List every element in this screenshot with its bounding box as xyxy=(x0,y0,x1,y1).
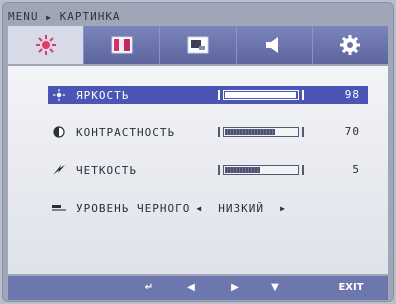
tab-settings[interactable] xyxy=(312,26,389,64)
brightness-label: ЯРКОСТЬ xyxy=(76,88,130,102)
breadcrumb-separator-icon: ▶ xyxy=(46,13,52,22)
contrast-value: 70 xyxy=(344,125,360,138)
black-level-right-arrow-icon[interactable]: ▶ xyxy=(280,204,286,213)
sharpness-value: 5 xyxy=(352,163,360,176)
brightness-bar-fill xyxy=(224,92,296,98)
sharpness-icon xyxy=(52,163,66,177)
tab-color[interactable] xyxy=(84,26,161,64)
black-level-left-arrow-icon[interactable]: ◀ xyxy=(196,204,202,213)
tab-audio[interactable] xyxy=(236,26,313,64)
contrast-slider[interactable] xyxy=(218,126,304,138)
menu-tabs xyxy=(8,26,389,64)
slider-right-tick xyxy=(302,90,304,100)
contrast-icon xyxy=(52,125,66,139)
breadcrumb-current: КАРТИНКА xyxy=(59,10,121,23)
contrast-bar-fill xyxy=(224,129,275,135)
brightness-bar xyxy=(222,90,300,100)
slider-left-tick xyxy=(218,90,220,100)
brightness-icon xyxy=(35,35,56,55)
left-arrow-icon[interactable]: ◀ xyxy=(176,280,206,296)
slider-right-tick xyxy=(302,165,304,175)
sharpness-bar-fill xyxy=(224,167,260,173)
slider-right-tick xyxy=(302,127,304,137)
slider-left-tick xyxy=(218,127,220,137)
contrast-label: КОНТРАСТНОСТЬ xyxy=(76,125,176,139)
breadcrumb: MENU ▶ КАРТИНКА xyxy=(8,10,121,23)
slider-left-tick xyxy=(218,165,220,175)
down-arrow-icon[interactable]: ▼ xyxy=(260,280,290,296)
black-level-label: УРОВЕНЬ ЧЕРНОГО xyxy=(76,201,191,215)
audio-icon xyxy=(266,37,279,53)
menu-item-contrast[interactable]: КОНТРАСТНОСТЬ 70 xyxy=(48,123,368,141)
exit-button[interactable]: EXIT xyxy=(334,280,368,296)
brightness-slider[interactable] xyxy=(218,89,304,101)
black-level-value: НИЗКИЙ xyxy=(218,201,265,215)
black-level-icon xyxy=(52,201,66,215)
menu-item-sharpness[interactable]: ЧЕТКОСТЬ 5 xyxy=(48,161,368,179)
brightness-small-icon xyxy=(52,88,66,102)
menu-item-black-level[interactable]: УРОВЕНЬ ЧЕРНОГО ◀ НИЗКИЙ ▶ xyxy=(48,199,368,217)
picture-menu-panel: ЯРКОСТЬ 98 КОНТРАСТНОСТЬ 70 ЧЕТКОСТЬ 5 У… xyxy=(8,66,388,274)
color-icon xyxy=(111,36,133,54)
settings-gear-icon xyxy=(340,35,361,55)
menu-item-brightness[interactable]: ЯРКОСТЬ 98 xyxy=(48,86,368,104)
right-arrow-icon[interactable]: ▶ xyxy=(220,280,250,296)
button-guide-bar: ↵ ◀ ▶ ▼ EXIT xyxy=(8,276,388,300)
picture-icon xyxy=(187,36,209,54)
back-icon[interactable]: ↵ xyxy=(134,280,164,296)
contrast-bar xyxy=(222,127,300,137)
sharpness-slider[interactable] xyxy=(218,164,304,176)
sharpness-label: ЧЕТКОСТЬ xyxy=(76,163,137,177)
brightness-value: 98 xyxy=(344,88,360,101)
sharpness-bar xyxy=(222,165,300,175)
breadcrumb-root[interactable]: MENU xyxy=(8,10,39,23)
tab-image[interactable] xyxy=(160,26,237,64)
tab-picture[interactable] xyxy=(8,26,85,64)
